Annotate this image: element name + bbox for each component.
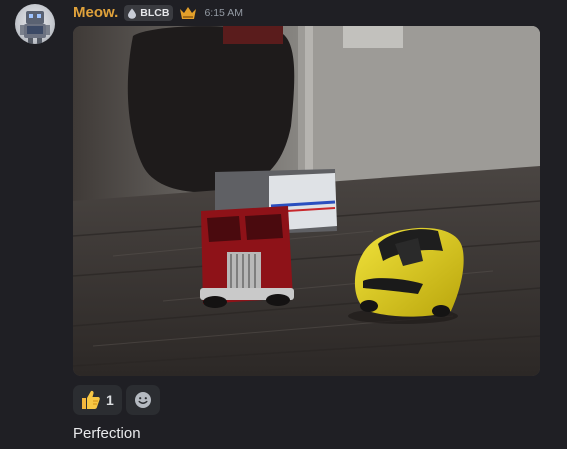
image-attachment[interactable]: [73, 26, 540, 376]
server-tag[interactable]: BLCB: [124, 5, 174, 21]
reactions-bar: 1: [73, 385, 160, 415]
gold-crown-icon[interactable]: [179, 6, 197, 20]
username[interactable]: Meow.: [73, 4, 118, 22]
robot-avatar-icon: [20, 11, 50, 44]
user-avatar[interactable]: [15, 4, 55, 44]
reaction-count: 1: [106, 392, 114, 408]
timestamp: 6:15 AM: [204, 7, 243, 19]
server-tag-label: BLCB: [140, 7, 170, 19]
toy-cars-photo: [73, 26, 540, 376]
message-header: Meow. BLCB 6:15 AM: [73, 4, 243, 22]
drop-badge-icon: [128, 8, 137, 19]
message-content: Perfection: [73, 425, 141, 442]
thumbs-up-icon: [82, 390, 100, 409]
smiley-icon: [134, 392, 151, 408]
add-reaction-button[interactable]: [125, 385, 160, 415]
reaction-thumbs-up[interactable]: 1: [73, 385, 122, 415]
